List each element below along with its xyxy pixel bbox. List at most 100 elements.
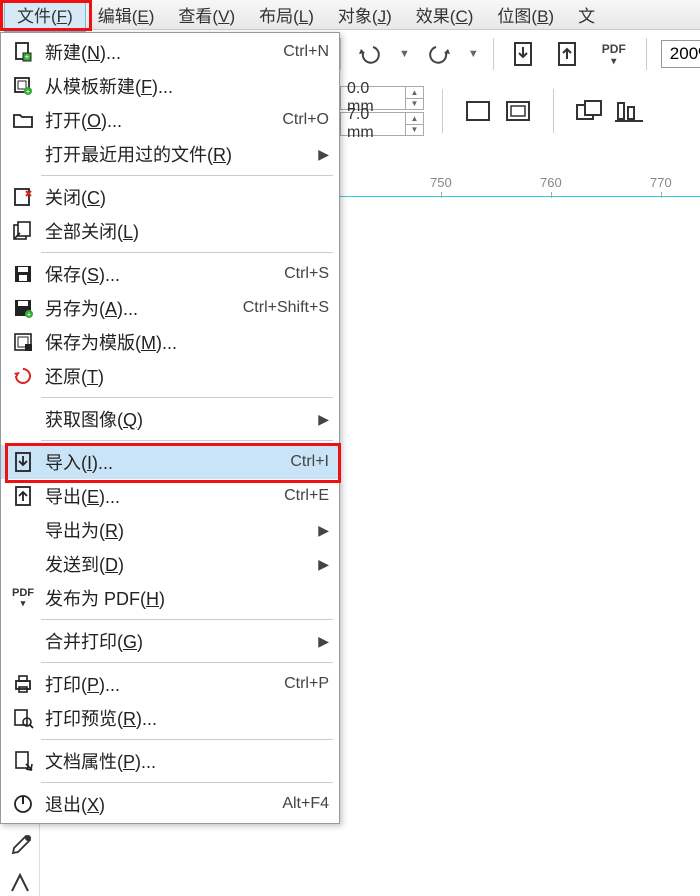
open-icon	[7, 106, 39, 134]
save-as-icon: +	[7, 294, 39, 322]
zoom-level[interactable]: 200%	[661, 40, 700, 68]
menubar-object[interactable]: 对象(J)	[326, 0, 404, 31]
toolbar-separator	[340, 38, 341, 70]
menu-item-发送到[interactable]: 发送到(D)▶	[1, 547, 339, 581]
rect-filled-tool-icon[interactable]	[501, 89, 535, 133]
submenu-arrow-icon: ▶	[318, 146, 329, 163]
dimensions-panel: 0.0 mm ▲▼ 7.0 mm ▲▼	[340, 86, 646, 136]
ruler-tick: 770	[650, 175, 672, 190]
blank-icon	[7, 516, 39, 544]
svg-text:+: +	[27, 310, 32, 319]
menu-shortcut: Alt+F4	[282, 795, 329, 813]
menu-item-保存为模版[interactable]: 保存为模版(M)...	[1, 325, 339, 359]
menubar: 文件(F) 编辑(E) 查看(V) 布局(L) 对象(J) 效果(C) 位图(B…	[0, 0, 700, 30]
menu-label: 打开最近用过的文件(R)	[45, 141, 310, 167]
export-icon	[7, 482, 39, 510]
menu-label: 还原(T)	[45, 363, 329, 389]
menu-separator	[41, 739, 333, 740]
menubar-view[interactable]: 查看(V)	[166, 0, 247, 31]
menu-item-退出[interactable]: 退出(X) Alt+F4	[1, 787, 339, 821]
menu-label: 合并打印(G)	[45, 628, 310, 654]
menu-label: 保存为模版(M)...	[45, 329, 329, 355]
menu-separator	[41, 175, 333, 176]
eyedropper-tool-icon[interactable]	[5, 832, 35, 859]
menu-item-从模板新建[interactable]: +从模板新建(F)...	[1, 69, 339, 103]
toolbar-separator	[442, 89, 443, 133]
redo-icon[interactable]	[424, 39, 454, 69]
menu-shortcut: Ctrl+E	[284, 487, 329, 505]
menu-separator	[41, 440, 333, 441]
menu-label: 保存(S)...	[45, 261, 272, 287]
menu-item-保存[interactable]: 保存(S)...Ctrl+S	[1, 257, 339, 291]
menu-item-打印预览[interactable]: 打印预览(R)...	[1, 701, 339, 735]
menu-shortcut: Ctrl+O	[282, 111, 329, 129]
menu-item-另存为[interactable]: +另存为(A)...Ctrl+Shift+S	[1, 291, 339, 325]
menu-shortcut: Ctrl+P	[284, 675, 329, 693]
spin-down-icon[interactable]: ▼	[406, 99, 423, 110]
menu-item-打印[interactable]: 打印(P)... Ctrl+P	[1, 667, 339, 701]
menu-item-导出[interactable]: 导出(E)... Ctrl+E	[1, 479, 339, 513]
spin-up-icon[interactable]: ▲	[406, 113, 423, 125]
menu-separator	[41, 619, 333, 620]
menu-item-新建[interactable]: +新建(N)...Ctrl+N	[1, 35, 339, 69]
menu-label: 导出(E)...	[45, 483, 272, 509]
ruler: 750 760 770	[340, 175, 700, 197]
file-menu-dropdown: +新建(N)...Ctrl+N+从模板新建(F)...打开(O)...Ctrl+…	[0, 32, 340, 824]
menu-item-关闭[interactable]: 关闭(C)	[1, 180, 339, 214]
close-icon	[7, 183, 39, 211]
menubar-edit[interactable]: 编辑(E)	[86, 0, 167, 31]
ruler-tick: 750	[430, 175, 452, 190]
submenu-arrow-icon: ▶	[318, 556, 329, 573]
align-tool-icon[interactable]	[612, 89, 646, 133]
menu-label: 获取图像(Q)	[45, 406, 310, 432]
menubar-layout[interactable]: 布局(L)	[247, 0, 326, 31]
menu-label: 新建(N)...	[45, 39, 271, 65]
svg-text:+: +	[26, 87, 31, 96]
menubar-text[interactable]: 文	[566, 0, 607, 31]
height-input[interactable]: 7.0 mm ▲▼	[340, 112, 424, 136]
submenu-arrow-icon: ▶	[318, 633, 329, 650]
menubar-effects[interactable]: 效果(C)	[404, 0, 486, 31]
submenu-arrow-icon: ▶	[318, 522, 329, 539]
menu-item-导入[interactable]: 导入(I)...Ctrl+I	[1, 445, 339, 479]
ruler-tick: 760	[540, 175, 562, 190]
menu-label: 导出为(R)	[45, 517, 310, 543]
toolbar-separator	[493, 38, 494, 70]
menu-item-发布为 PDF[interactable]: PDF▾发布为 PDF(H)	[1, 581, 339, 615]
dropdown-caret-icon[interactable]: ▼	[399, 48, 410, 60]
menu-label: 退出(X)	[45, 791, 270, 817]
menu-shortcut: Ctrl+I	[290, 453, 329, 471]
blank-icon	[7, 140, 39, 168]
menu-item-还原[interactable]: 还原(T)	[1, 359, 339, 393]
menubar-bitmap[interactable]: 位图(B)	[485, 0, 566, 31]
menu-item-合并打印[interactable]: 合并打印(G) ▶	[1, 624, 339, 658]
menu-label: 打印(P)...	[45, 671, 272, 697]
spin-down-icon[interactable]: ▼	[406, 125, 423, 136]
menubar-file[interactable]: 文件(F)	[4, 0, 86, 32]
menu-item-导出为[interactable]: 导出为(R) ▶	[1, 513, 339, 547]
menu-label: 发布为 PDF(H)	[45, 585, 329, 611]
close-all-icon	[7, 217, 39, 245]
export-toolbar-icon[interactable]	[552, 39, 582, 69]
doc-props-icon	[7, 747, 39, 775]
submenu-arrow-icon: ▶	[318, 411, 329, 428]
menu-item-打开[interactable]: 打开(O)...Ctrl+O	[1, 103, 339, 137]
menu-separator	[41, 397, 333, 398]
menu-item-获取图像[interactable]: 获取图像(Q) ▶	[1, 402, 339, 436]
undo-icon[interactable]	[355, 39, 385, 69]
dropdown-caret-icon[interactable]: ▼	[468, 48, 479, 60]
spin-up-icon[interactable]: ▲	[406, 87, 423, 99]
shape-tool-icon[interactable]	[5, 869, 35, 896]
import-toolbar-icon[interactable]	[508, 39, 538, 69]
pdf-toolbar-icon[interactable]: PDF▾	[596, 39, 632, 69]
menu-label: 全部关闭(L)	[45, 218, 329, 244]
menu-label: 文档属性(P)...	[45, 748, 329, 774]
menu-label: 打印预览(R)...	[45, 705, 329, 731]
menu-item-全部关闭[interactable]: 全部关闭(L)	[1, 214, 339, 248]
menu-item-打开最近用过的文件[interactable]: 打开最近用过的文件(R) ▶	[1, 137, 339, 171]
menu-item-文档属性[interactable]: 文档属性(P)...	[1, 744, 339, 778]
menu-separator	[41, 252, 333, 253]
rect-tool-icon[interactable]	[461, 89, 495, 133]
overlap-tool-icon[interactable]	[572, 89, 606, 133]
menu-label: 关闭(C)	[45, 184, 329, 210]
